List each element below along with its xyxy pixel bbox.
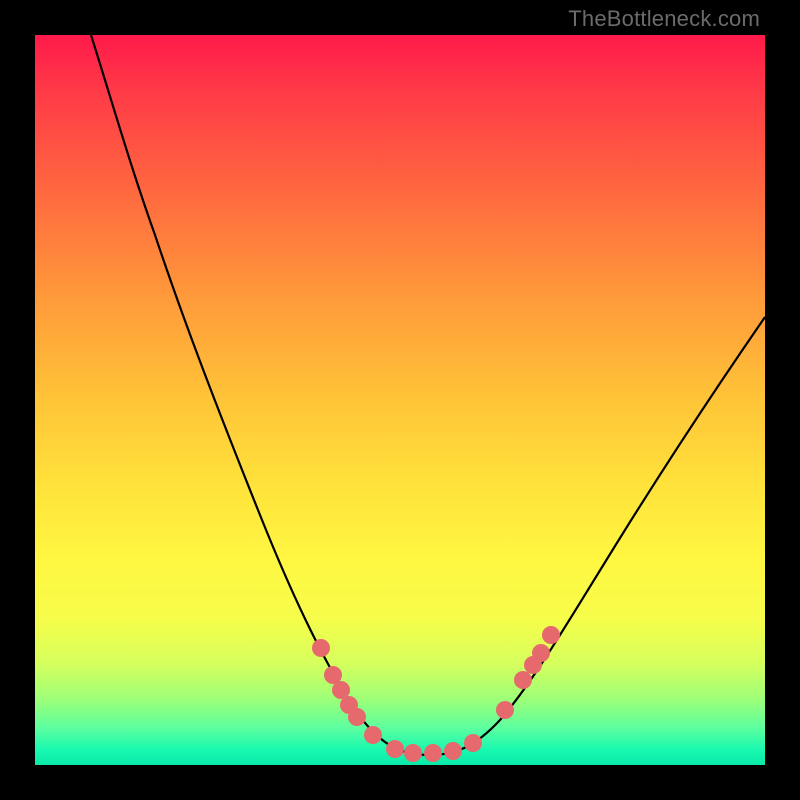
dot (464, 734, 482, 752)
dot (496, 701, 514, 719)
dot (542, 626, 560, 644)
bottleneck-curve (91, 35, 765, 755)
chart-frame: TheBottleneck.com (0, 0, 800, 800)
curve-svg (35, 35, 765, 765)
watermark-text: TheBottleneck.com (568, 6, 760, 32)
curve-dots (312, 626, 560, 762)
plot-area (35, 35, 765, 765)
dot (444, 742, 462, 760)
dot (532, 644, 550, 662)
dot (514, 671, 532, 689)
dot (424, 744, 442, 762)
dot (364, 726, 382, 744)
dot (404, 744, 422, 762)
dot (348, 708, 366, 726)
dot (386, 740, 404, 758)
dot (312, 639, 330, 657)
